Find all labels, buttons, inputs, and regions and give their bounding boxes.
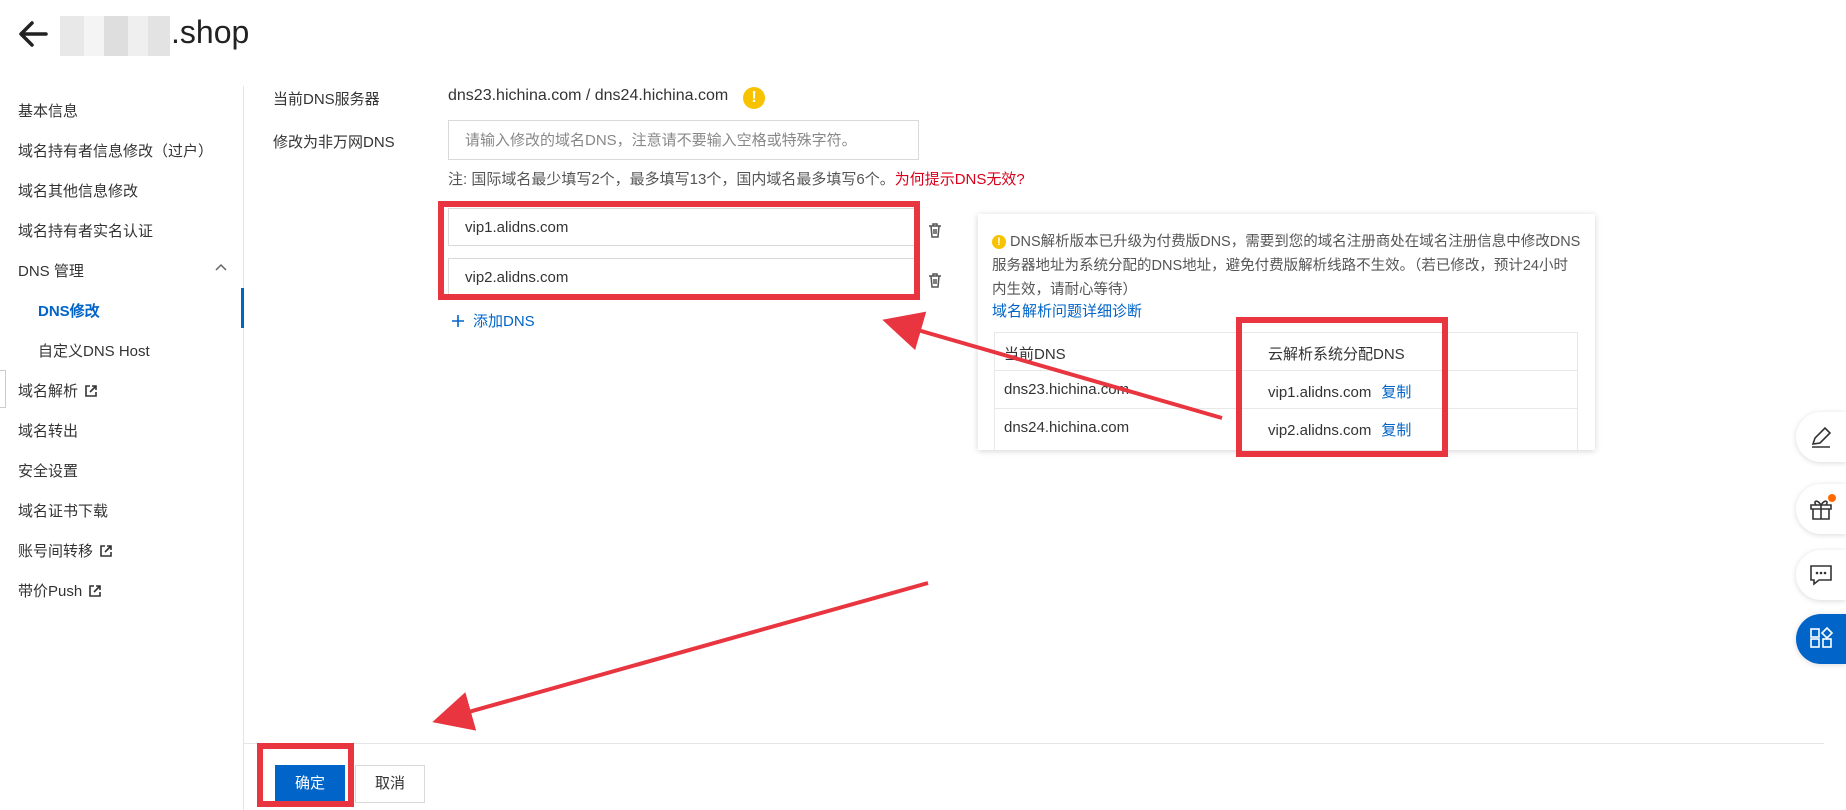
sidebar-item-dns-modify[interactable]: DNS修改: [38, 300, 100, 321]
chat-button[interactable]: [1796, 550, 1846, 600]
dns-input[interactable]: [448, 120, 919, 160]
copy-button[interactable]: 复制: [1381, 384, 1411, 401]
sidebar-item-label: 带价Push: [18, 583, 83, 600]
chat-icon: [1810, 565, 1832, 586]
panel-message-text: DNS解析版本已升级为付费版DNS，需要到您的域名注册商处在域名注册信息中修改D…: [992, 234, 1581, 298]
sidebar-item-label: DNS修改: [38, 303, 100, 320]
warning-icon: !: [992, 235, 1006, 250]
sidebar-collapse-handle[interactable]: [0, 370, 6, 408]
sidebar-item-other-info[interactable]: 域名其他信息修改: [18, 180, 138, 201]
footer-divider: [244, 743, 1824, 744]
sidebar-item-label: 域名证书下载: [18, 503, 109, 520]
feedback-edit-button[interactable]: [1796, 412, 1846, 462]
domain-name-redacted: [60, 16, 170, 56]
sidebar-item-label: 自定义DNS Host: [38, 343, 150, 360]
plus-icon: [452, 314, 464, 327]
add-dns-label: 添加DNS: [473, 313, 535, 330]
dns2-input[interactable]: [448, 258, 915, 296]
sidebar-item-label: 域名持有者实名认证: [18, 223, 154, 240]
sidebar-item-custom-dns-host[interactable]: 自定义DNS Host: [38, 340, 150, 361]
page-header: .shop: [0, 0, 1846, 70]
table-header-current: 当前DNS: [1004, 346, 1066, 363]
sidebar-item-security[interactable]: 安全设置: [18, 460, 78, 481]
table-header-assigned: 云解析系统分配DNS: [1268, 346, 1405, 363]
edit-icon: [1811, 426, 1832, 448]
table-cell-current: dns23.hichina.com: [1004, 381, 1130, 398]
sidebar-item-domain-resolve[interactable]: 域名解析: [18, 380, 98, 401]
dns1-input[interactable]: [448, 208, 915, 246]
sidebar-item-basic-info[interactable]: 基本信息: [18, 100, 78, 121]
sidebar-item-owner-transfer[interactable]: 域名持有者信息修改（过户）: [18, 140, 213, 161]
why-invalid-link[interactable]: 为何提示DNS无效?: [895, 171, 1025, 188]
dns-upgrade-panel: ! DNS解析版本已升级为付费版DNS，需要到您的域名注册商处在域名注册信息中修改…: [978, 214, 1595, 450]
warning-icon[interactable]: !: [743, 87, 765, 109]
sidebar-item-priced-push[interactable]: 带价Push: [18, 580, 102, 601]
add-dns-button[interactable]: 添加DNS: [451, 310, 535, 331]
current-dns-label: 当前DNS服务器: [273, 91, 380, 108]
back-arrow-icon[interactable]: [14, 14, 54, 54]
dns-compare-table: 当前DNS 云解析系统分配DNS dns23.hichina.com vip1.…: [994, 332, 1578, 450]
table-row: vip1.alidns.com 复制: [1268, 381, 1411, 402]
sidebar-item-label: 域名其他信息修改: [18, 183, 139, 200]
sidebar-item-certificate-download[interactable]: 域名证书下载: [18, 500, 108, 521]
sidebar-item-transfer-out[interactable]: 域名转出: [18, 420, 78, 441]
external-link-icon: [85, 384, 97, 397]
active-indicator: [241, 288, 244, 328]
domain-title: .shop: [171, 14, 250, 50]
sidebar-item-realname-auth[interactable]: 域名持有者实名认证: [18, 220, 153, 241]
sidebar-item-label: 安全设置: [18, 463, 79, 480]
table-row: vip2.alidns.com 复制: [1268, 419, 1411, 440]
sidebar-item-label: 域名解析: [18, 383, 79, 400]
apps-icon: [1810, 626, 1834, 648]
modify-dns-label: 修改为非万网DNS: [273, 134, 395, 151]
chevron-up-icon[interactable]: [214, 260, 228, 274]
table-cell-assigned: vip1.alidns.com: [1268, 384, 1372, 401]
sidebar-item-label: 账号间转移: [18, 543, 94, 560]
dns-note: 注: 国际域名最少填写2个，最多填写13个，国内域名最多填写6个。为何提示DNS…: [448, 168, 1025, 189]
trash-icon[interactable]: [926, 221, 944, 239]
sidebar-item-account-transfer[interactable]: 账号间转移: [18, 540, 113, 561]
apps-button[interactable]: [1796, 614, 1846, 664]
sidebar-item-dns-management[interactable]: DNS 管理: [18, 260, 84, 281]
external-link-icon: [89, 584, 102, 597]
table-divider: [995, 408, 1577, 409]
sidebar-item-label: 域名持有者信息修改（过户）: [18, 143, 214, 160]
current-dns-value: dns23.hichina.com / dns24.hichina.com: [448, 87, 729, 104]
notification-dot: [1828, 494, 1836, 502]
dns-diagnosis-link[interactable]: 域名解析问题详细诊断: [992, 300, 1142, 321]
sidebar-item-label: 基本信息: [18, 103, 79, 120]
external-link-icon: [100, 544, 112, 557]
arrow-to-confirm: [432, 581, 929, 731]
copy-button[interactable]: 复制: [1381, 422, 1411, 439]
cancel-button[interactable]: 取消: [355, 765, 425, 803]
trash-icon[interactable]: [926, 271, 944, 289]
sidebar: 基本信息 域名持有者信息修改（过户） 域名其他信息修改 域名持有者实名认证 DN…: [0, 86, 244, 810]
panel-message: ! DNS解析版本已升级为付费版DNS，需要到您的域名注册商处在域名注册信息中修改…: [992, 230, 1582, 302]
sidebar-item-label: DNS 管理: [18, 263, 84, 280]
confirm-button[interactable]: 确定: [275, 765, 345, 803]
table-cell-current: dns24.hichina.com: [1004, 419, 1130, 436]
gift-button[interactable]: [1796, 484, 1846, 534]
sidebar-item-label: 域名转出: [18, 423, 79, 440]
dns-note-text: 注: 国际域名最少填写2个，最多填写13个，国内域名最多填写6个。: [448, 171, 895, 188]
table-cell-assigned: vip2.alidns.com: [1268, 422, 1372, 439]
table-divider: [995, 370, 1577, 371]
